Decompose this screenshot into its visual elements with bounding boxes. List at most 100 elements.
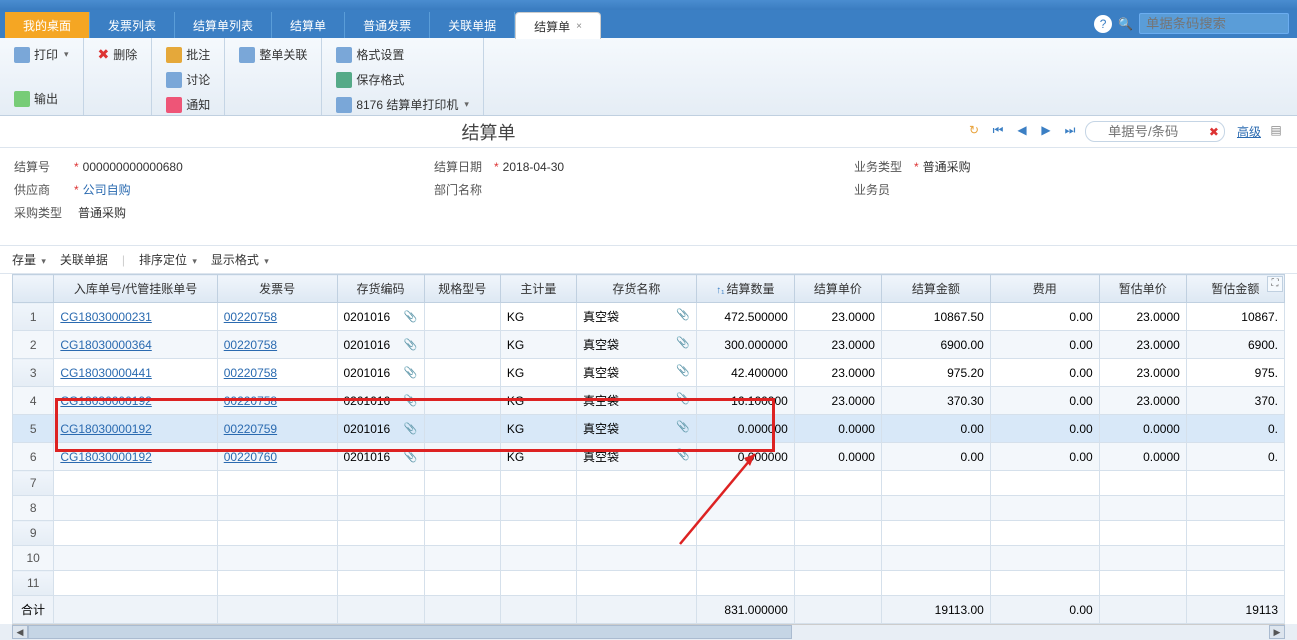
refresh-icon[interactable]: ↻ [965,123,983,141]
table-row-empty[interactable]: 8 [13,496,1285,521]
expand-icon[interactable]: ⛶ [1267,276,1283,292]
col-qty[interactable]: ↑₁结算数量 [696,275,794,303]
col-est-price[interactable]: 暂估单价 [1099,275,1186,303]
col-rownum[interactable] [13,275,54,303]
cell-unit: KG [500,359,576,387]
template-button[interactable]: 8176 结算单打印机▾ [332,94,473,115]
tab-settle-active[interactable]: 结算单× [515,12,601,39]
col-stock-code[interactable]: 存货编码 [337,275,424,303]
attach-icon[interactable]: 📎 [404,366,418,379]
cell-inv[interactable]: 00220758 [217,331,337,359]
cell-unit: KG [500,331,576,359]
cell-doc[interactable]: CG18030000441 [54,359,217,387]
cell-inv[interactable]: 00220760 [217,443,337,471]
tab-normal-invoice[interactable]: 普通发票 [345,12,430,38]
discuss-button[interactable]: 讨论 [162,69,214,90]
cell-fee: 0.00 [990,359,1099,387]
chevron-down-icon: ▾ [464,99,469,110]
help-icon[interactable]: ? [1094,15,1112,33]
attach-icon[interactable]: 📎 [676,308,690,321]
output-button[interactable]: 输出 [10,88,73,109]
attach-icon[interactable]: 📎 [676,420,690,433]
cell-doc[interactable]: CG18030000192 [54,415,217,443]
table-row-empty[interactable]: 11 [13,571,1285,596]
cell-name: 真空袋📎 [577,443,697,471]
attach-icon[interactable]: 📎 [404,450,418,463]
settle-no-value: 000000000000680 [83,160,183,174]
col-stock-name[interactable]: 存货名称 [577,275,697,303]
attach-icon[interactable]: 📎 [676,392,690,405]
cell-price: 0.0000 [794,415,881,443]
cell-code: 0201016📎 [337,443,424,471]
scroll-thumb[interactable] [28,625,792,639]
clear-icon[interactable]: ✖ [1209,125,1219,139]
attach-icon[interactable]: 📎 [676,336,690,349]
cell-inv[interactable]: 00220759 [217,415,337,443]
table-row[interactable]: 6CG18030000192002207600201016📎KG真空袋📎0.00… [13,443,1285,471]
supplier-value[interactable]: 公司自购 [83,181,131,198]
col-price[interactable]: 结算单价 [794,275,881,303]
tab-settle[interactable]: 结算单 [272,12,345,38]
attach-icon[interactable]: 📎 [404,394,418,407]
note-button[interactable]: 批注 [162,44,214,65]
table-row[interactable]: 4CG18030000192002207580201016📎KG真空袋📎16.1… [13,387,1285,415]
format-button[interactable]: 格式设置 [332,44,473,65]
cell-ep: 23.0000 [1099,359,1186,387]
table-row-empty[interactable]: 9 [13,521,1285,546]
barcode-search-input[interactable] [1139,13,1289,34]
list-icon[interactable]: ▤ [1267,123,1285,141]
cell-doc[interactable]: CG18030000192 [54,443,217,471]
cell-doc[interactable]: CG18030000231 [54,303,217,331]
tab-related-doc[interactable]: 关联单据 [430,12,515,38]
print-button[interactable]: 打印▾ [10,44,73,65]
full-link-button[interactable]: 整单关联 [235,44,311,65]
last-icon[interactable]: ⏭ [1061,123,1079,141]
cell-inv[interactable]: 00220758 [217,387,337,415]
col-invoice-no[interactable]: 发票号 [217,275,337,303]
col-amount[interactable]: 结算金额 [881,275,990,303]
cell-code: 0201016📎 [337,415,424,443]
cell-name: 真空袋📎 [577,387,697,415]
col-fee[interactable]: 费用 [990,275,1099,303]
delete-button[interactable]: ✖删除 [94,44,142,65]
table-row[interactable]: 2CG18030000364002207580201016📎KG真空袋📎300.… [13,331,1285,359]
attach-icon[interactable]: 📎 [404,338,418,351]
attach-icon[interactable]: 📎 [676,448,690,461]
advanced-link[interactable]: 高级 [1237,123,1261,140]
related-button[interactable]: 关联单据 [60,251,108,268]
notify-button[interactable]: 通知 [162,94,214,115]
display-button[interactable]: 显示格式 ▾ [211,251,269,268]
table-row-empty[interactable]: 7 [13,471,1285,496]
first-icon[interactable]: ⏮ [989,123,1007,141]
col-spec[interactable]: 规格型号 [424,275,500,303]
attach-icon[interactable]: 📎 [404,310,418,323]
table-row-empty[interactable]: 10 [13,546,1285,571]
table-row[interactable]: 3CG18030000441002207580201016📎KG真空袋📎42.4… [13,359,1285,387]
settle-date-label: 结算日期 [434,158,490,175]
stock-button[interactable]: 存量 ▾ [12,251,46,268]
cell-inv[interactable]: 00220758 [217,303,337,331]
search-icon: 🔍 [1118,17,1133,31]
cell-doc[interactable]: CG18030000192 [54,387,217,415]
scroll-left-icon[interactable]: ◀ [12,625,28,639]
next-icon[interactable]: ▶ [1037,123,1055,141]
table-row[interactable]: 1CG18030000231002207580201016📎KG真空袋📎472.… [13,303,1285,331]
doc-search-input[interactable] [1085,121,1225,142]
tab-invoice-list[interactable]: 发票列表 [90,12,175,38]
col-doc-no[interactable]: 入库单号/代管挂账单号 [54,275,217,303]
attach-icon[interactable]: 📎 [404,422,418,435]
cell-inv[interactable]: 00220758 [217,359,337,387]
tab-settle-list[interactable]: 结算单列表 [175,12,272,38]
horizontal-scrollbar[interactable]: ◀ ▶ [12,624,1285,640]
sort-button[interactable]: 排序定位 ▾ [139,251,197,268]
prev-icon[interactable]: ◀ [1013,123,1031,141]
tab-desktop[interactable]: 我的桌面 [5,12,90,38]
attach-icon[interactable]: 📎 [676,364,690,377]
scroll-right-icon[interactable]: ▶ [1269,625,1285,639]
save-format-button[interactable]: 保存格式 [332,69,473,90]
col-unit[interactable]: 主计量 [500,275,576,303]
table-row[interactable]: 5CG18030000192002207590201016📎KG真空袋📎0.00… [13,415,1285,443]
cell-doc[interactable]: CG18030000364 [54,331,217,359]
biz-type-value: 普通采购 [923,158,971,175]
close-icon[interactable]: × [576,21,582,32]
